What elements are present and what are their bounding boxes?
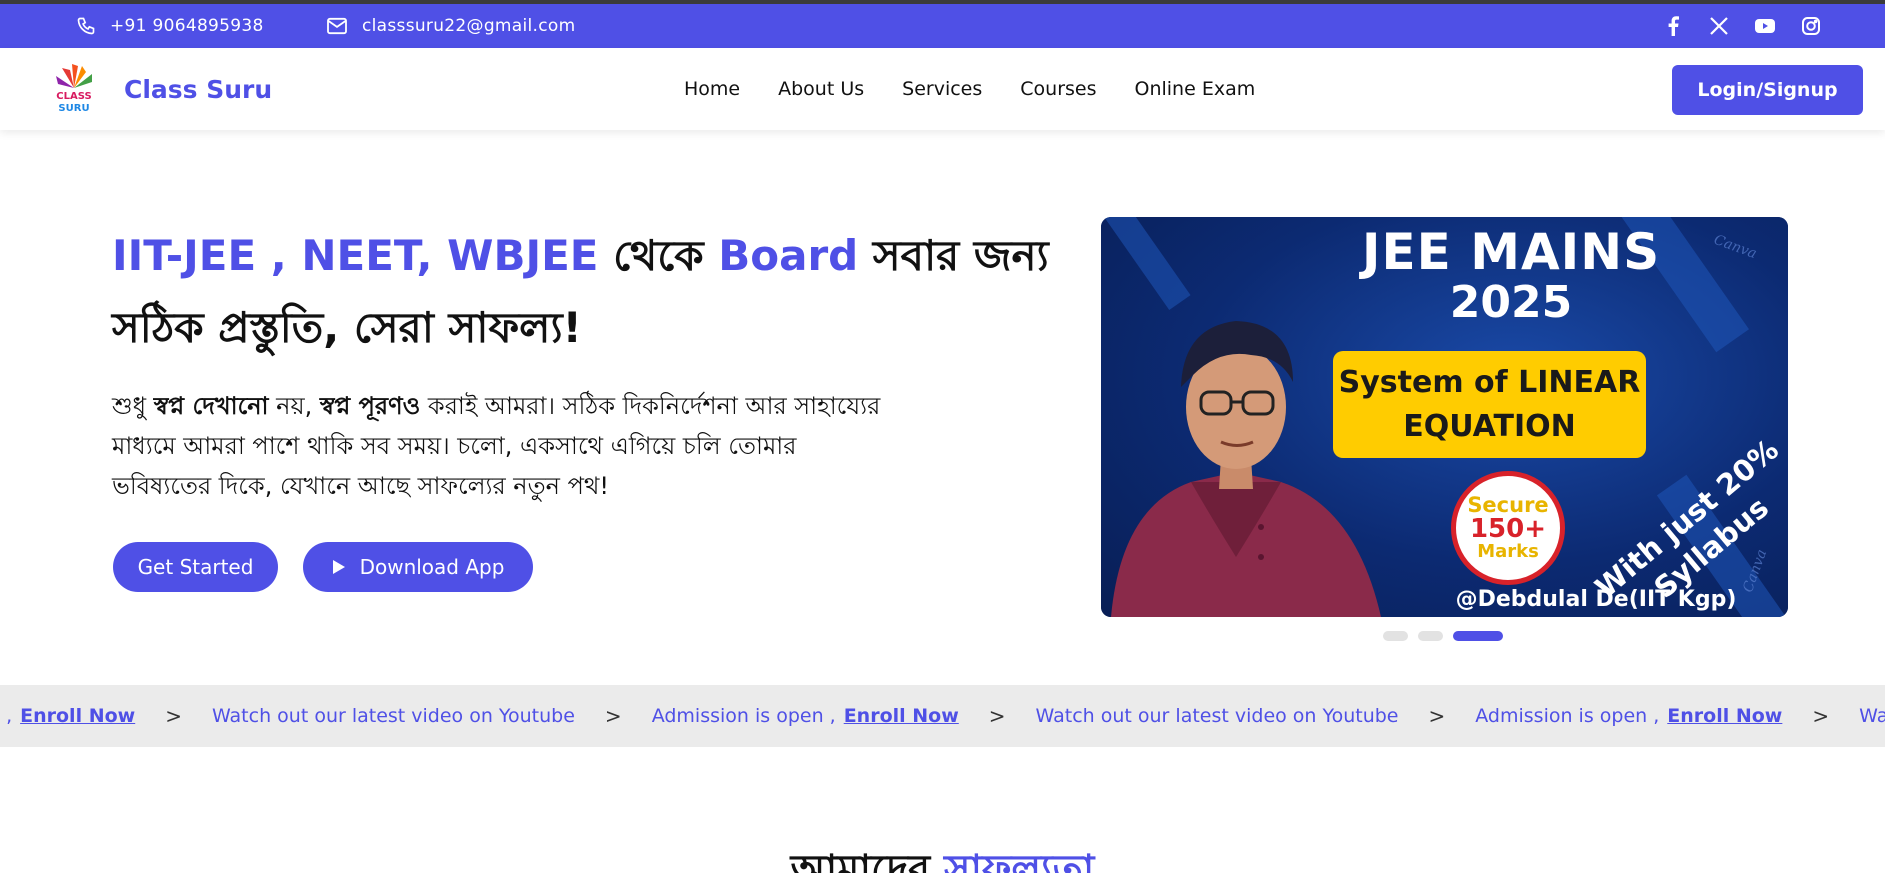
slide-credit: @Debdulal De(IIT Kgp) [1455,587,1737,612]
main-navbar: CLASS SURU Class Suru Home About Us Serv… [0,48,1885,130]
email-address: classsuru22@gmail.com [362,16,576,36]
ticker-text: n , [0,705,13,727]
slide-topic-box: System of LINEAR EQUATION [1333,351,1646,458]
nav-about-us[interactable]: About Us [778,78,864,100]
hero-desc-bold: স্বপ্ন পূরণও [319,392,421,420]
ticker-separator: > [1812,704,1830,728]
ticker-text: Watch out our latest video on Youtube [1035,705,1399,727]
carousel-dot-1[interactable] [1383,631,1408,641]
class-suru-logo[interactable]: CLASS SURU [48,62,100,116]
ticker-separator: > [1428,704,1446,728]
get-started-button[interactable]: Get Started [113,542,278,592]
download-app-label: Download App [359,555,505,579]
ticker-separator: > [988,704,1006,728]
svg-text:SURU: SURU [58,103,89,114]
login-signup-button[interactable]: Login/Signup [1672,65,1863,115]
ticker-text: Admission is open , [651,705,836,727]
hero-desc-part: নয়, [268,392,320,420]
carousel-dot-2[interactable] [1418,631,1443,641]
facebook-icon[interactable] [1663,16,1683,36]
slide-title-line2: 2025 [1449,277,1573,328]
announcement-ticker: n , Enroll Now > Watch out our latest vi… [0,685,1885,747]
phone-number: +91 9064895938 [110,16,264,36]
x-twitter-icon[interactable] [1709,16,1729,36]
slide-title-line1: JEE MAINS [1361,223,1661,281]
carousel-dot-3[interactable] [1453,631,1503,641]
mail-icon [327,17,347,35]
ticker-text: Watch out our latest video on Youtube [1859,705,1885,727]
ticker-separator: > [165,704,182,728]
badge-marks-label: Marks [1477,541,1539,563]
hero-title-board: Board [718,231,859,280]
download-app-button[interactable]: Download App [303,542,533,592]
hero-desc-part: শুধু [112,392,154,420]
section-title-plain: আমাদের [790,847,945,873]
ticker-track: n , Enroll Now > Watch out our latest vi… [0,685,1885,747]
hero-desc-bold: স্বপ্ন দেখানো [153,392,269,420]
ticker-item: n , Enroll Now [0,705,135,727]
ticker-text: Admission is open , [1475,705,1660,727]
hero-description: শুধু স্বপ্ন দেখানো নয়, স্বপ্ন পূরণও করা… [112,386,892,506]
hero-carousel[interactable]: Canva Canva JEE MAINS 2025 System of LIN… [1101,217,1788,617]
play-store-icon [332,560,345,574]
ticker-separator: > [604,704,622,728]
instagram-icon[interactable] [1801,16,1821,36]
hero-title-exams: IIT-JEE , NEET, WBJEE [112,231,599,280]
enroll-now-link[interactable]: Enroll Now [20,705,135,727]
ticker-item[interactable]: Watch out our latest video on Youtube [1859,705,1885,727]
badge-marks-value: 150+ [1469,513,1547,544]
ticker-item[interactable]: Watch out our latest video on Youtube [212,705,575,727]
brand-name[interactable]: Class Suru [124,48,272,130]
nav-courses[interactable]: Courses [1020,78,1096,100]
ticker-item: Admission is open , Enroll Now [1475,705,1782,727]
nav-online-exam[interactable]: Online Exam [1135,78,1256,100]
carousel-dots [1383,631,1503,641]
success-section-title: আমাদের সাফল্যতা [0,838,1885,873]
contact-bar: +91 9064895938 classsuru22@gmail.com [0,4,1885,48]
phone-contact[interactable]: +91 9064895938 [76,4,264,48]
youtube-icon[interactable] [1755,16,1775,36]
enroll-now-link[interactable]: Enroll Now [844,705,959,727]
nav-services[interactable]: Services [902,78,982,100]
ticker-item[interactable]: Watch out our latest video on Youtube [1036,705,1399,727]
enroll-now-link[interactable]: Enroll Now [1667,705,1782,727]
marks-badge: Secure 150+ Marks [1451,471,1565,585]
svg-text:CLASS: CLASS [56,91,91,102]
badge-secure: Secure [1467,492,1549,517]
hero-title-from: থেকে [598,231,719,280]
topic-line2: EQUATION [1403,408,1576,444]
phone-icon [77,17,95,35]
social-links [1663,4,1821,48]
topic-line1: System of LINEAR [1338,364,1641,400]
section-title-accent: সাফল্যতা [944,847,1095,873]
email-contact[interactable]: classsuru22@gmail.com [326,4,575,48]
main-menu: Home About Us Services Courses Online Ex… [684,48,1293,130]
nav-home[interactable]: Home [684,78,740,100]
ticker-item: Admission is open , Enroll Now [652,705,959,727]
hero-title: IIT-JEE , NEET, WBJEE থেকে Board সবার জন… [112,220,1072,364]
ticker-text: Watch out our latest video on Youtube [211,705,575,727]
